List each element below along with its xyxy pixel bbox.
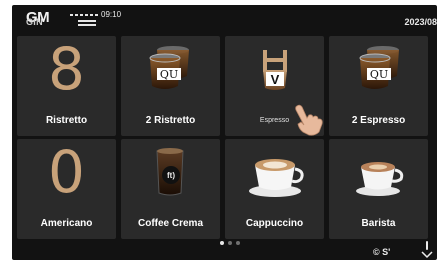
clock-date: 2023/08 (404, 17, 437, 27)
coffee-machine-screen: GM GIN 09:10 2023/08 8 Ristretto QU 2 Ri… (12, 5, 437, 260)
tall-glass-icon: ft) (156, 148, 184, 196)
page-indicator (220, 241, 250, 247)
tile-2-espresso[interactable]: QU 2 Espresso (329, 36, 428, 136)
tile-label: Ristretto (45, 115, 88, 126)
touch-hand-icon (295, 104, 323, 136)
tile-espresso[interactable]: V Espresso (225, 36, 324, 136)
tile-label: Cappuccino (245, 218, 304, 229)
power-icon[interactable] (418, 241, 436, 259)
tile-coffee-crema[interactable]: ft) Coffee Crema (121, 139, 220, 239)
tile-americano[interactable]: 0 Americano (17, 139, 116, 239)
footer-text: © S' (373, 247, 391, 257)
big-digit-0-icon: 0 (48, 138, 85, 206)
page-dot[interactable] (228, 241, 232, 245)
cappuccino-cup-icon (249, 159, 304, 197)
cup-text: ft) (167, 171, 175, 180)
brand-logo-bottom: GIN (26, 17, 43, 27)
tile-2-ristretto[interactable]: QU 2 Ristretto (121, 36, 220, 136)
tile-ristretto[interactable]: 8 Ristretto (17, 36, 116, 136)
brand-logo: GM GIN (26, 9, 52, 29)
page-dot[interactable] (236, 241, 240, 245)
tile-label: Barista (361, 218, 396, 229)
clock-time: 09:10 (101, 10, 122, 19)
big-digit-8-icon: 8 (48, 35, 85, 103)
double-glass-cup-icon: QU (149, 46, 189, 89)
double-glass-cup-icon: QU (359, 46, 399, 89)
espresso-glass-icon: V (263, 50, 287, 90)
status-bar: GM GIN 09:10 2023/08 (12, 5, 437, 31)
cup-text: V (271, 72, 280, 87)
tile-label: 2 Espresso (351, 115, 406, 126)
tile-label: Coffee Crema (137, 218, 204, 229)
barista-cup-icon (356, 162, 404, 196)
cup-text: QU (370, 68, 388, 81)
menu-icon[interactable] (70, 14, 98, 26)
tile-label: Americano (40, 218, 93, 229)
tile-barista[interactable]: Barista (329, 139, 428, 239)
cup-text: QU (160, 68, 178, 81)
tile-cappuccino[interactable]: Cappuccino (225, 139, 324, 239)
tile-label: 2 Ristretto (145, 115, 196, 126)
page-dot[interactable] (220, 241, 224, 245)
